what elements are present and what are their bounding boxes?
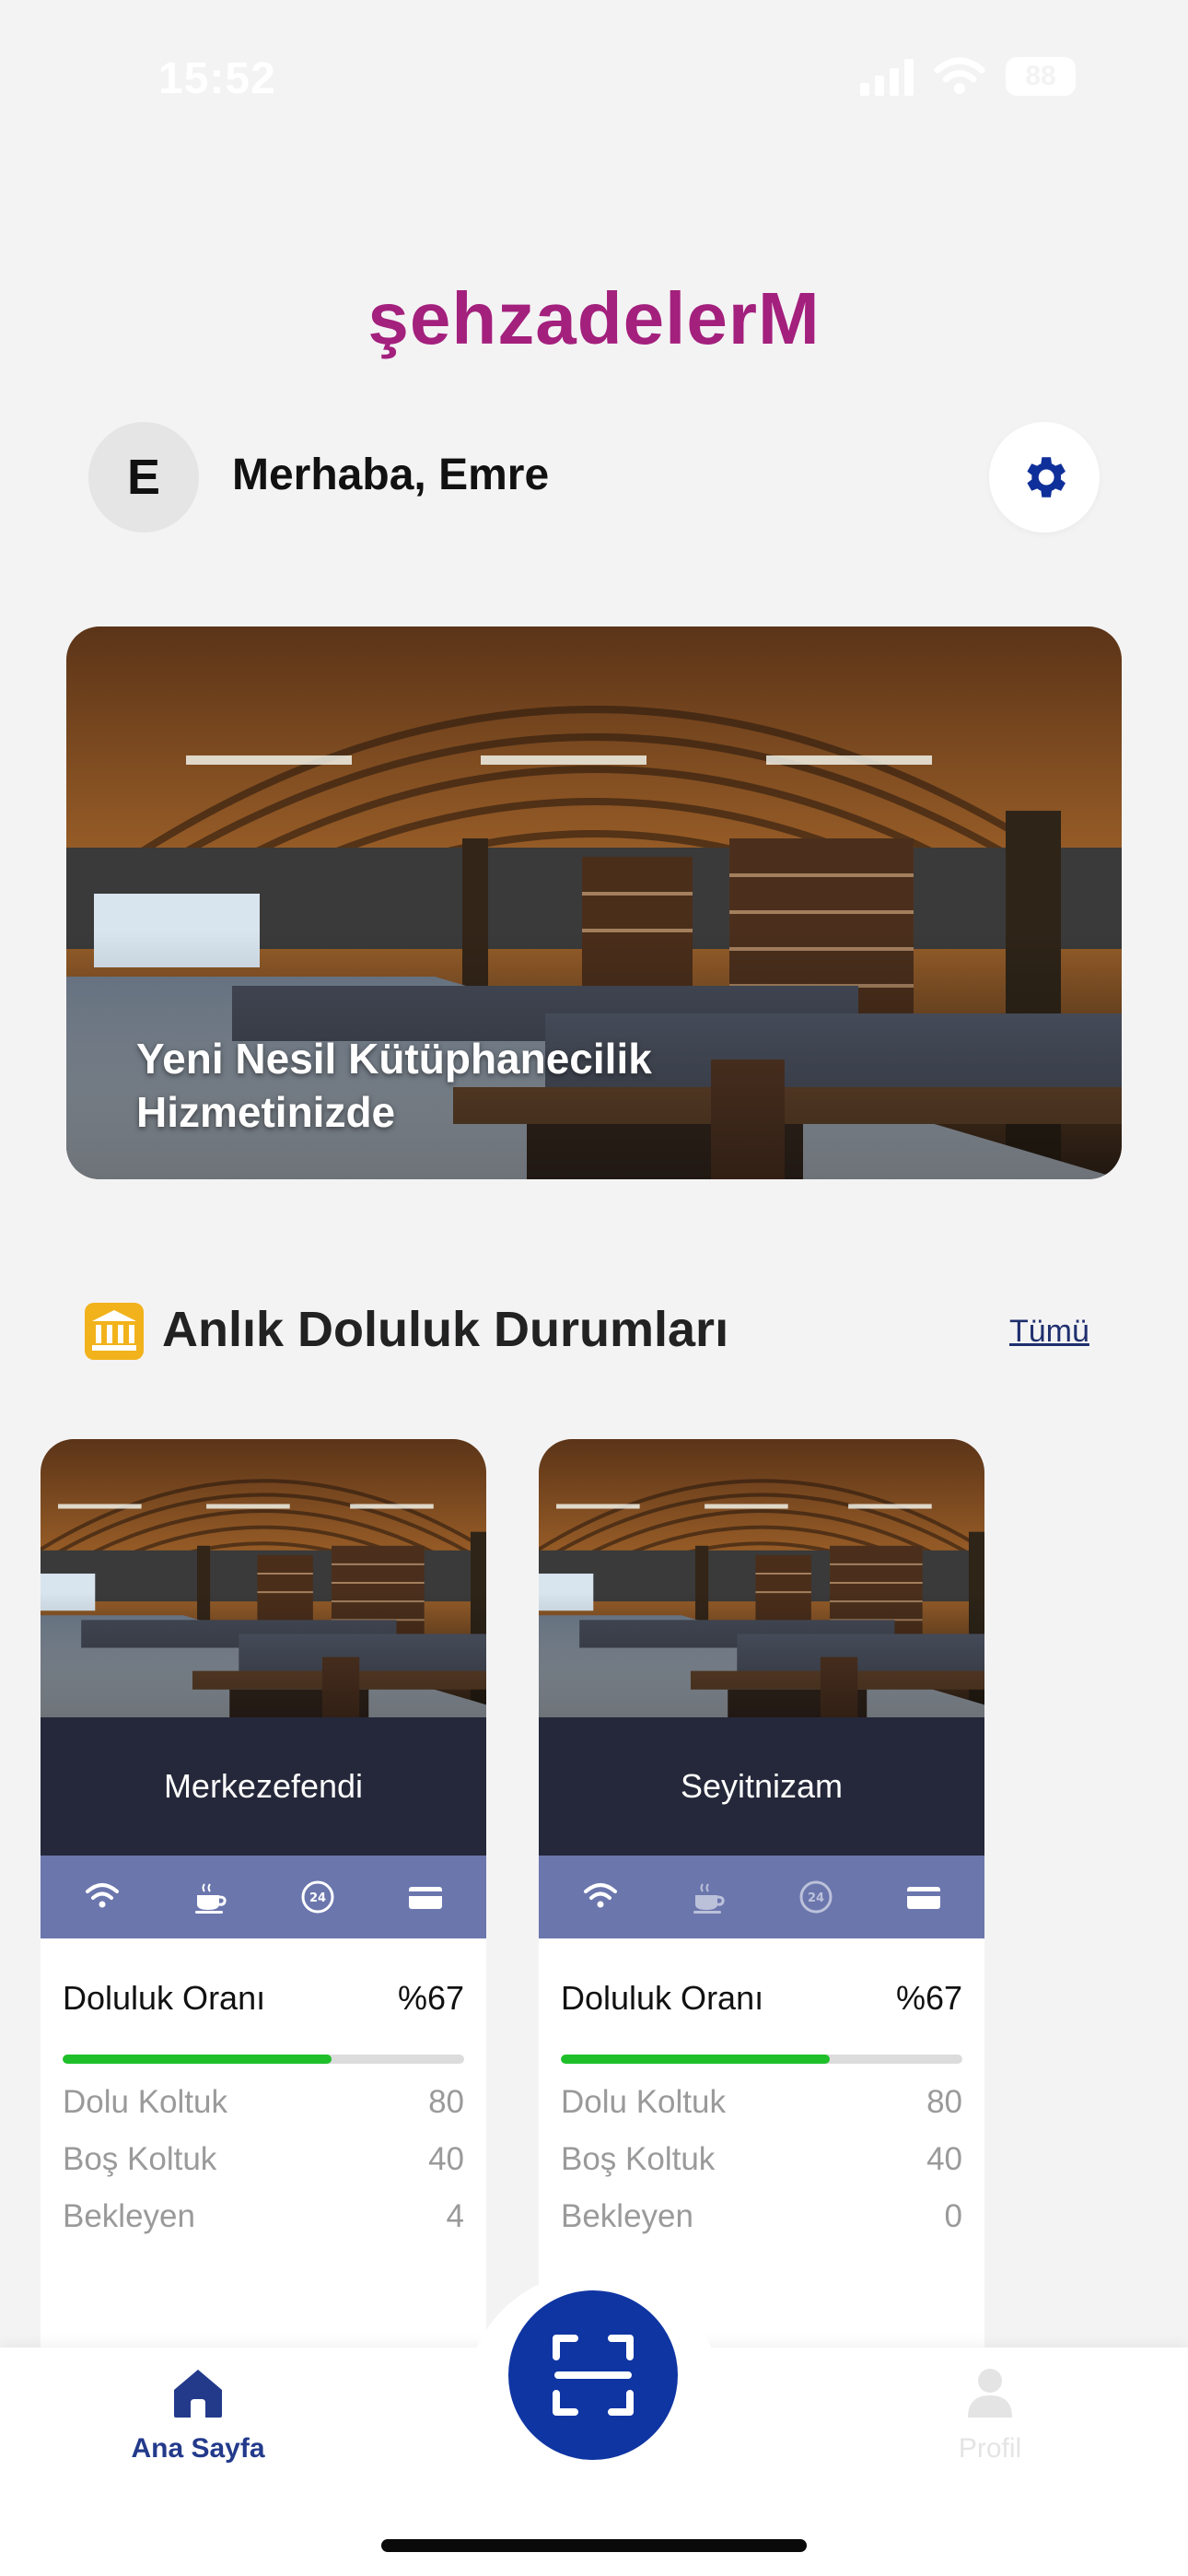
coffee-icon: [194, 1883, 227, 1914]
nav-profile[interactable]: Profil: [921, 2366, 1059, 2465]
card-icon: [408, 1887, 442, 1909]
stat-row-occupied: Dolu Koltuk 80: [561, 2084, 962, 2121]
occupancy-progress-fill: [561, 2055, 831, 2064]
library-card[interactable]: Merkezefendi 24 Doluluk Oranı %67 Dolu K…: [41, 1439, 486, 2406]
stat-value: 80: [926, 2084, 962, 2120]
stat-label: Bekleyen: [63, 2198, 195, 2234]
library-card[interactable]: Seyitnizam 24 Doluluk Oranı %67 Dolu Kol…: [539, 1439, 984, 2406]
stat-row-waiting: Bekleyen 4: [63, 2198, 464, 2235]
greeting-text: Merhaba, Emre: [232, 451, 550, 499]
library-name: Merkezefendi: [41, 1717, 486, 1856]
stat-value: 4: [446, 2198, 464, 2234]
gear-icon: [1027, 457, 1066, 498]
coffee-icon: [693, 1883, 725, 1914]
occupancy-label: Doluluk Oranı: [63, 1979, 266, 2017]
occupancy-progress-bar: [561, 2055, 962, 2064]
stat-value: 80: [428, 2084, 464, 2120]
stat-value: 40: [428, 2141, 464, 2177]
stat-label: Dolu Koltuk: [63, 2084, 227, 2120]
hero-caption-line1: Yeni Nesil Kütüphanecilik: [136, 1035, 652, 1083]
hero-caption: Yeni Nesil Kütüphanecilik Hizmetinizde: [136, 1032, 965, 1139]
wifi-icon: [583, 1883, 617, 1908]
stat-label: Boş Koltuk: [63, 2141, 217, 2177]
status-time: 15:52: [158, 54, 276, 103]
stat-label: Boş Koltuk: [561, 2141, 716, 2177]
card-icon: [906, 1887, 940, 1909]
library-name: Seyitnizam: [539, 1717, 984, 1856]
24h-icon: 24: [301, 1880, 333, 1914]
card-stats: Doluluk Oranı %67 Dolu Koltuk 80 Boş Kol…: [539, 1938, 984, 2235]
battery-indicator: 88: [1006, 57, 1076, 96]
svg-text:24: 24: [309, 1891, 325, 1905]
stat-value: 40: [926, 2141, 962, 2177]
occupancy-value: %67: [895, 1979, 962, 2017]
nav-profile-label: Profil: [958, 2433, 1022, 2464]
scan-button[interactable]: [508, 2290, 678, 2460]
status-icons: 88: [860, 57, 1076, 96]
home-indicator: [381, 2539, 807, 2552]
cellular-signal-icon: [860, 57, 914, 96]
user-icon: [968, 2369, 1012, 2418]
stat-row-waiting: Bekleyen 0: [561, 2198, 962, 2235]
stat-label: Bekleyen: [561, 2198, 693, 2234]
nav-home-label: Ana Sayfa: [131, 2433, 265, 2464]
library-card-image: [41, 1439, 486, 1717]
stat-label: Dolu Koltuk: [561, 2084, 726, 2120]
stat-row-occupied: Dolu Koltuk 80: [63, 2084, 464, 2121]
library-card-image: [539, 1439, 984, 1717]
occupancy-value: %67: [397, 1979, 464, 2017]
nav-home[interactable]: Ana Sayfa: [129, 2366, 267, 2465]
brand-logo: şehzadelerM: [367, 277, 821, 359]
library-icon: [85, 1303, 144, 1360]
wifi-icon: [85, 1883, 119, 1908]
card-stats: Doluluk Oranı %67 Dolu Koltuk 80 Boş Kol…: [41, 1938, 486, 2235]
24h-icon: 24: [799, 1880, 832, 1914]
occupancy-label: Doluluk Oranı: [561, 1979, 764, 2017]
home-icon: [174, 2370, 222, 2418]
svg-text:24: 24: [807, 1891, 823, 1905]
stat-row-empty: Boş Koltuk 40: [561, 2141, 962, 2178]
hero-caption-line2: Hizmetinizde: [136, 1088, 396, 1136]
occupancy-progress-fill: [63, 2055, 332, 2064]
section-title: Anlık Doluluk Durumları: [162, 1302, 729, 1357]
occupancy-progress-bar: [63, 2055, 464, 2064]
stat-value: 0: [944, 2198, 962, 2234]
see-all-link[interactable]: Tümü: [1009, 1314, 1089, 1350]
wifi-status-icon: [934, 57, 985, 94]
qr-scan-icon: [553, 2335, 634, 2416]
avatar[interactable]: E: [88, 422, 199, 533]
amenities-bar: 24: [539, 1856, 984, 1938]
hero-banner[interactable]: Yeni Nesil Kütüphanecilik Hizmetinizde: [66, 626, 1122, 1179]
settings-button[interactable]: [989, 422, 1100, 533]
stat-row-empty: Boş Koltuk 40: [63, 2141, 464, 2178]
amenities-bar: 24: [41, 1856, 486, 1938]
